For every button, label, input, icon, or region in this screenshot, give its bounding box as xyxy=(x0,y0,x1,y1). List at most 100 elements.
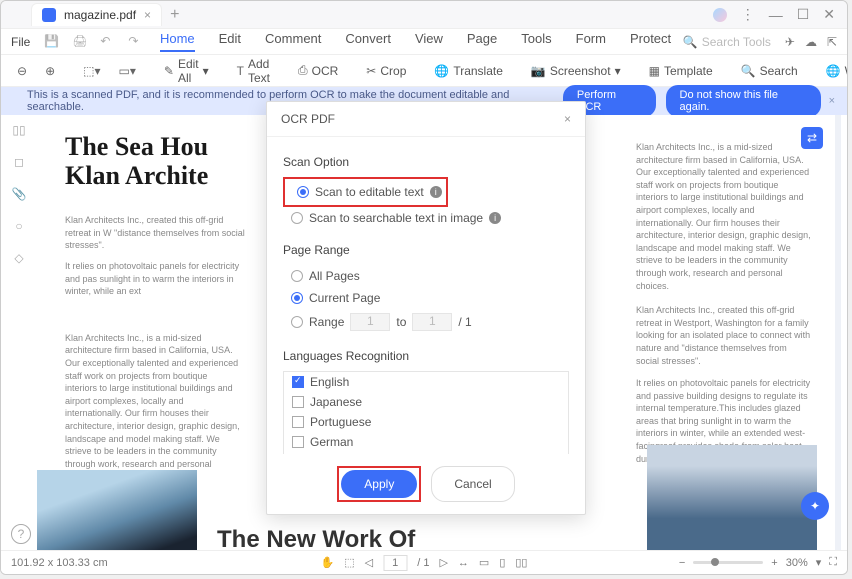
fab-button[interactable]: ✦ xyxy=(801,492,829,520)
page-input[interactable]: 1 xyxy=(383,555,407,571)
doc-para1: Klan Architects Inc., created this off-g… xyxy=(65,214,245,252)
lang-german[interactable]: German xyxy=(284,432,568,452)
lang-portuguese[interactable]: Portuguese xyxy=(284,412,568,432)
document-tab[interactable]: magazine.pdf × xyxy=(31,3,162,26)
add-text-button[interactable]: TAdd Text xyxy=(231,57,276,85)
page-range-label: Page Range xyxy=(283,243,569,257)
wikipedia-button[interactable]: 🌐Wikipedia xyxy=(820,64,848,78)
select-icon[interactable]: ⬚▾ xyxy=(83,64,100,78)
fullscreen-icon[interactable]: ⛶ xyxy=(829,556,837,569)
cloud-icon[interactable]: ☁ xyxy=(805,35,817,49)
single-page-icon[interactable]: ▯ xyxy=(499,556,505,569)
shape-icon[interactable]: ▭▾ xyxy=(119,64,136,78)
fit-page-icon[interactable]: ▭ xyxy=(479,556,489,569)
lang-japanese[interactable]: Japanese xyxy=(284,392,568,412)
send-icon[interactable]: ✈ xyxy=(785,35,795,49)
menu-edit[interactable]: Edit xyxy=(219,31,241,52)
lang-english[interactable]: English xyxy=(284,372,568,392)
zoom-slider[interactable] xyxy=(693,561,763,564)
do-not-show-button[interactable]: Do not show this file again. xyxy=(666,85,821,117)
next-page-icon[interactable]: ▷ xyxy=(439,556,447,569)
doc-para2: It relies on photovoltaic panels for ele… xyxy=(65,260,245,298)
rcol-para2: Klan Architects Inc., created this off-g… xyxy=(636,304,811,367)
minimize-icon[interactable]: ― xyxy=(769,7,783,23)
scan-option-label: Scan Option xyxy=(283,155,569,169)
all-pages-radio[interactable]: All Pages xyxy=(283,265,569,287)
crop-button[interactable]: ✂Crop xyxy=(360,64,412,78)
share-button[interactable]: ⇄ xyxy=(801,127,823,149)
maximize-icon[interactable]: ☐ xyxy=(797,6,810,23)
scan-editable-radio[interactable]: Scan to editable text i xyxy=(289,181,442,203)
cancel-button[interactable]: Cancel xyxy=(431,466,514,502)
hand-tool-icon[interactable]: ✋ xyxy=(321,556,335,569)
menu-form[interactable]: Form xyxy=(576,31,606,52)
more-icon[interactable]: ⋮ xyxy=(741,6,755,23)
menubar: File 💾 🖨 ↶ ↷ Home Edit Comment Convert V… xyxy=(1,29,847,55)
app-icon xyxy=(42,8,56,22)
fit-width-icon[interactable]: ↔ xyxy=(458,557,469,569)
edit-all-button[interactable]: ✎Edit All▾ xyxy=(158,57,215,85)
range-from-input[interactable]: 1 xyxy=(350,313,390,331)
bottom-title-line1: The New Work Of xyxy=(217,526,415,550)
two-page-icon[interactable]: ▯▯ xyxy=(515,556,527,569)
menu-comment[interactable]: Comment xyxy=(265,31,321,52)
doc-image-right xyxy=(647,445,817,550)
profile-avatar[interactable] xyxy=(713,8,727,22)
close-icon[interactable]: ✕ xyxy=(823,6,835,23)
menu-page[interactable]: Page xyxy=(467,31,497,52)
menu-convert[interactable]: Convert xyxy=(345,31,391,52)
new-tab-button[interactable]: + xyxy=(170,6,179,24)
search-icon: 🔍 xyxy=(741,64,756,78)
zoom-out-icon[interactable]: ⊖ xyxy=(17,64,27,78)
search-tools-input[interactable]: Search Tools xyxy=(702,35,771,49)
text-icon: T xyxy=(237,64,244,78)
menu-view[interactable]: View xyxy=(415,31,443,52)
layers-icon[interactable]: ◇ xyxy=(14,251,23,265)
radio-icon xyxy=(291,212,303,224)
save-icon[interactable]: 💾 xyxy=(44,34,60,50)
search-button[interactable]: 🔍Search xyxy=(735,64,804,78)
page-total: / 1 xyxy=(417,557,429,569)
help-button[interactable]: ? xyxy=(11,524,31,544)
menu-protect[interactable]: Protect xyxy=(630,31,671,52)
range-radio[interactable]: Range 1 to 1 / 1 xyxy=(283,309,569,335)
banner-close-icon[interactable]: × xyxy=(829,95,835,107)
redo-icon[interactable]: ↷ xyxy=(128,34,144,50)
template-button[interactable]: ▦Template xyxy=(643,64,719,78)
ocr-button[interactable]: ⎙OCR xyxy=(292,63,344,78)
screenshot-button[interactable]: 📷Screenshot▾ xyxy=(525,64,627,78)
file-menu[interactable]: File xyxy=(11,35,30,49)
apply-button[interactable]: Apply xyxy=(341,470,417,498)
range-to-input[interactable]: 1 xyxy=(412,313,452,331)
expand-icon[interactable]: ⇱ xyxy=(827,35,837,49)
print-icon[interactable]: 🖨 xyxy=(72,34,88,50)
radio-icon xyxy=(291,316,303,328)
current-page-radio[interactable]: Current Page xyxy=(283,287,569,309)
prev-page-icon[interactable]: ◁ xyxy=(365,556,373,569)
info-icon[interactable]: i xyxy=(430,186,442,198)
language-list[interactable]: English Japanese Portuguese German Spani… xyxy=(283,371,569,454)
page-dimensions: 101.92 x 103.33 cm xyxy=(11,557,108,569)
zoom-plus-icon[interactable]: + xyxy=(771,557,777,569)
toolbar: ⊖ ⊕ ⬚▾ ▭▾ ✎Edit All▾ TAdd Text ⎙OCR ✂Cro… xyxy=(1,55,847,87)
bookmark-icon[interactable]: ◻ xyxy=(14,155,24,169)
zoom-minus-icon[interactable]: − xyxy=(679,557,685,569)
thumbnails-icon[interactable]: ▯▯ xyxy=(12,123,25,137)
left-sidebar: ▯▯ ◻ 📎 ○ ◇ xyxy=(1,115,37,535)
modal-close-icon[interactable]: × xyxy=(564,112,571,126)
translate-button[interactable]: 🌐Translate xyxy=(428,64,509,78)
scan-searchable-radio[interactable]: Scan to searchable text in image i xyxy=(283,207,569,229)
tab-close-icon[interactable]: × xyxy=(144,8,151,22)
menu-tools[interactable]: Tools xyxy=(521,31,551,52)
zoom-in-icon[interactable]: ⊕ xyxy=(45,64,55,78)
info-icon[interactable]: i xyxy=(489,212,501,224)
tab-title: magazine.pdf xyxy=(64,8,136,22)
zoom-value[interactable]: 30% xyxy=(786,557,808,569)
search-panel-icon[interactable]: ○ xyxy=(15,219,22,233)
menu-home[interactable]: Home xyxy=(160,31,195,52)
attachment-icon[interactable]: 📎 xyxy=(12,187,27,201)
search-tools-icon: 🔍 xyxy=(683,35,698,49)
wikipedia-icon: 🌐 xyxy=(826,64,841,78)
undo-icon[interactable]: ↶ xyxy=(100,34,116,50)
select-tool-icon[interactable]: ⬚ xyxy=(344,556,354,569)
